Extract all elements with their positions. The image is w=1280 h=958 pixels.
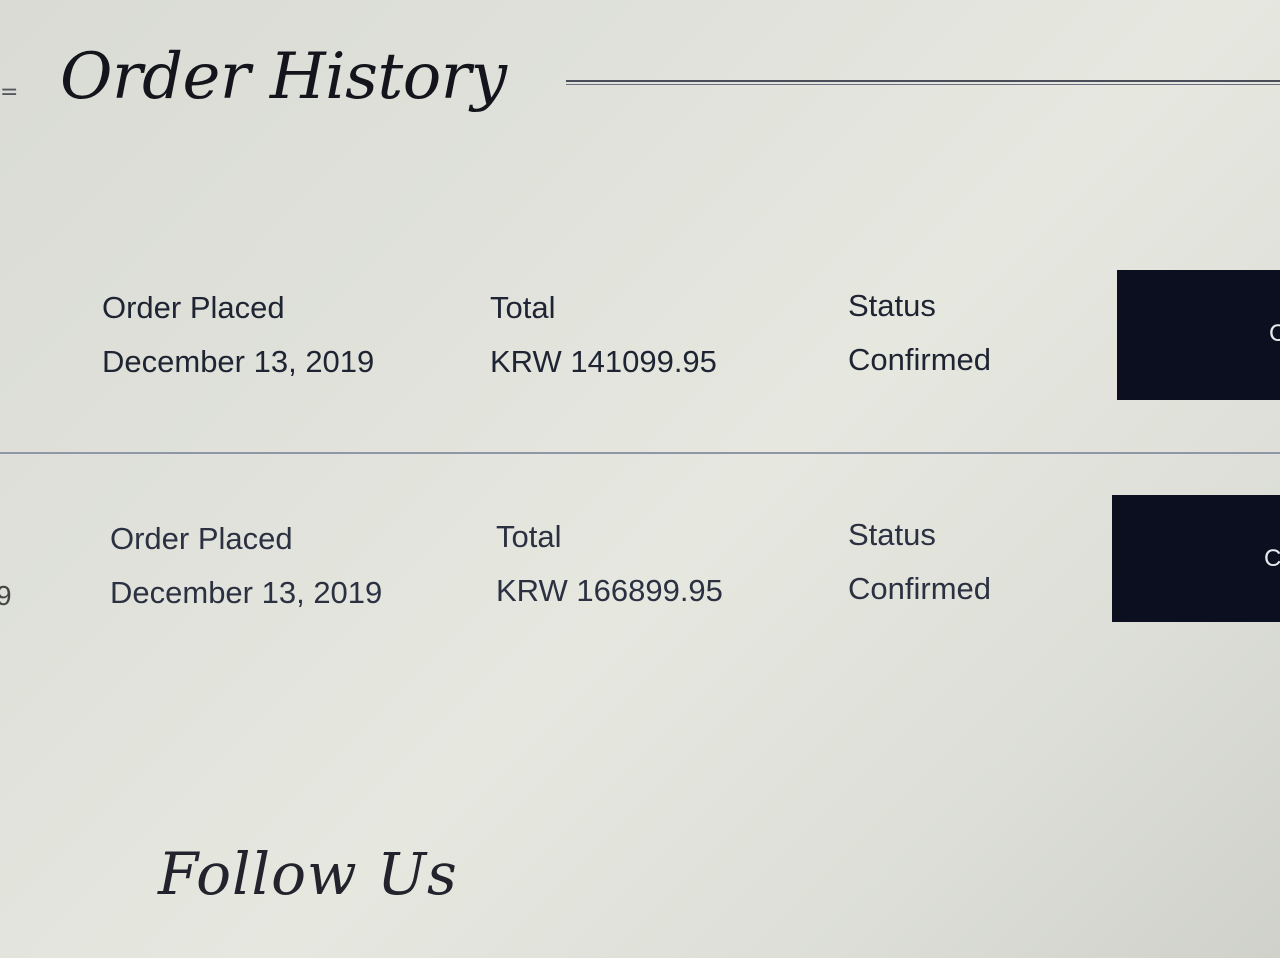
order-status-value: Confirmed — [848, 571, 991, 606]
order-divider — [0, 452, 1280, 454]
order-action-button[interactable]: C — [1112, 495, 1280, 622]
order-placed-label: Order Placed — [110, 521, 293, 556]
order-total-value: KRW 166899.95 — [496, 573, 723, 608]
order-placed-column: Order Placed December 13, 2019 — [102, 290, 374, 380]
order-action-button-label: C — [1269, 320, 1280, 347]
order-total-column: Total KRW 166899.95 — [496, 519, 723, 609]
order-placed-date: December 13, 2019 — [102, 344, 375, 379]
order-card: Order Placed December 13, 2019 Total KRW… — [0, 270, 1280, 410]
order-placed-date: December 13, 2019 — [110, 575, 383, 610]
order-status-column: Status Confirmed — [848, 288, 991, 378]
order-total-value: KRW 141099.95 — [490, 344, 717, 379]
follow-us-heading: Follow Us — [158, 840, 458, 908]
page-title: Order History — [60, 40, 507, 114]
title-divider — [566, 80, 1280, 85]
order-status-label: Status — [848, 517, 936, 552]
order-placed-label: Order Placed — [102, 290, 285, 325]
order-action-button-label: C — [1264, 545, 1280, 572]
order-status-label: Status — [848, 288, 936, 323]
order-card: Order Placed December 13, 2019 Total KRW… — [0, 495, 1280, 635]
order-status-column: Status Confirmed — [848, 517, 991, 607]
order-total-label: Total — [496, 519, 562, 554]
order-total-label: Total — [490, 290, 556, 325]
order-total-column: Total KRW 141099.95 — [490, 290, 717, 380]
order-action-button[interactable]: C — [1117, 270, 1280, 400]
order-status-value: Confirmed — [848, 342, 991, 377]
menu-icon[interactable]: = — [0, 80, 18, 105]
order-placed-column: Order Placed December 13, 2019 — [110, 521, 382, 611]
